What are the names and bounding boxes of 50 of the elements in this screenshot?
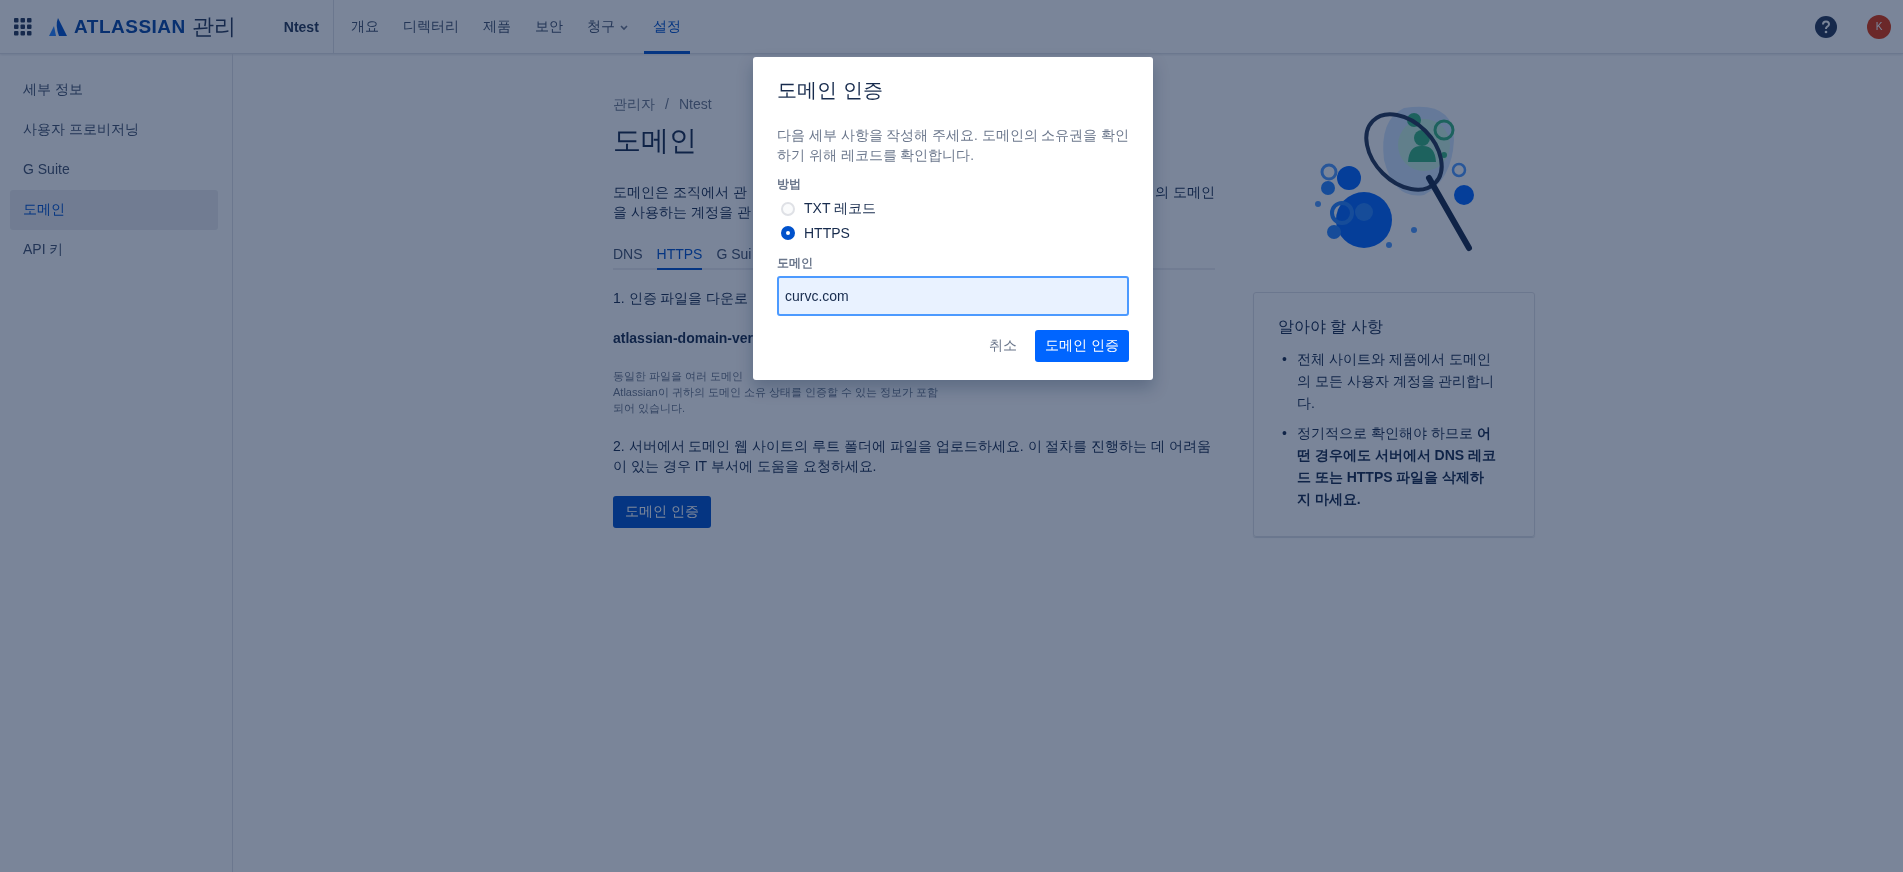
bullet-marker: • xyxy=(1282,350,1287,369)
field-label: 방법 xyxy=(777,176,802,193)
bullet-text: 정기적으로 확인해야 하므로 어떤 경우에도 서버에서 DNS 레코드 또는 HTTPS 파일을 삭제하지 마세요. xyxy=(1296,424,1497,509)
method-tab[interactable]: G Sui xyxy=(716,242,752,270)
breadcrumb-link[interactable]: Ntest xyxy=(678,96,712,114)
domain-input-field[interactable]: curvc.com xyxy=(777,276,1129,316)
nav-tab[interactable]: 청구 xyxy=(577,0,638,54)
file-name: atlassian-domain-ver xyxy=(613,330,754,346)
logo-icon xyxy=(48,16,68,37)
intro-text: 을 사용하는 계정을 관 xyxy=(613,203,751,222)
page-title: 도메인 xyxy=(613,124,697,158)
field-label: 도메인 xyxy=(777,255,814,272)
step-text: 2. 서버에서 도메인 웹 사이트의 루트 폴더에 파일을 업로드하세요. 이 절차를 진행하는 데 어려움이 있는 경우 IT 부서에 도움을 요청하세요. xyxy=(613,437,1213,476)
nav-tab[interactable]: 디렉터리 xyxy=(393,0,468,54)
intro-text: 의 도메인 xyxy=(1155,183,1215,202)
organization-name: Ntest xyxy=(271,0,334,54)
sidebar-item[interactable]: 세부 정보 xyxy=(10,70,218,110)
help-icon[interactable] xyxy=(1815,15,1837,38)
nav-tab[interactable]: 제품 xyxy=(473,0,520,54)
app-switcher-icon[interactable] xyxy=(14,17,32,36)
product-name: ATLASSIAN xyxy=(74,15,186,38)
nav-tab[interactable]: 설정 xyxy=(643,0,690,54)
sidebar-item[interactable]: 도메인 xyxy=(10,190,218,230)
breadcrumb-separator: / xyxy=(665,96,669,114)
product-suffix: 관리 xyxy=(191,12,236,41)
verify-domain-button[interactable]: 도메인 인증 xyxy=(613,496,711,528)
dialog-description: 다음 세부 사항을 작성해 주세요. 도메인의 소유권을 확인하기 위해 레코드를 확인합니다. xyxy=(777,127,1129,165)
note-text: 동일한 파일을 여러 도메인 xyxy=(613,369,745,384)
cancel-button[interactable]: 취소 xyxy=(979,330,1028,362)
radio-button[interactable] xyxy=(781,226,795,240)
note-text: Atlassian이 귀하의 도메인 소유 상태를 인증할 수 있는 정보가 포함 xyxy=(613,385,940,400)
user-avatar[interactable]: K xyxy=(1867,14,1891,39)
dialog-title: 도메인 인증 xyxy=(777,78,884,103)
radio-option[interactable]: HTTPS xyxy=(777,221,1129,245)
step-text: 1. 인증 파일을 다운로 xyxy=(613,289,749,308)
breadcrumb-link[interactable]: 관리자 xyxy=(613,96,655,114)
nav-tab[interactable]: 개요 xyxy=(341,0,388,54)
nav-tab[interactable]: 보안 xyxy=(525,0,572,54)
sidebar-item[interactable]: API 키 xyxy=(10,230,218,270)
sidebar-item[interactable]: G Suite xyxy=(10,150,218,190)
method-tab[interactable]: HTTPS xyxy=(656,242,703,270)
method-tab[interactable]: DNS xyxy=(613,242,643,270)
sidebar-item[interactable]: 사용자 프로비저닝 xyxy=(10,110,218,150)
note-text: 되어 있습니다. xyxy=(613,401,687,416)
card-title: 알아야 할 사항 xyxy=(1278,317,1384,337)
bullet-marker: • xyxy=(1282,424,1287,443)
intro-text: 도메인은 조직에서 관 xyxy=(613,183,747,202)
bullet-text: 전체 사이트와 제품에서 도메인의 모든 사용자 계정을 관리합니다. xyxy=(1296,350,1496,413)
radio-option[interactable]: TXT 레코드 xyxy=(777,197,1129,221)
verify-domain-button[interactable]: 도메인 인증 xyxy=(1035,330,1129,362)
